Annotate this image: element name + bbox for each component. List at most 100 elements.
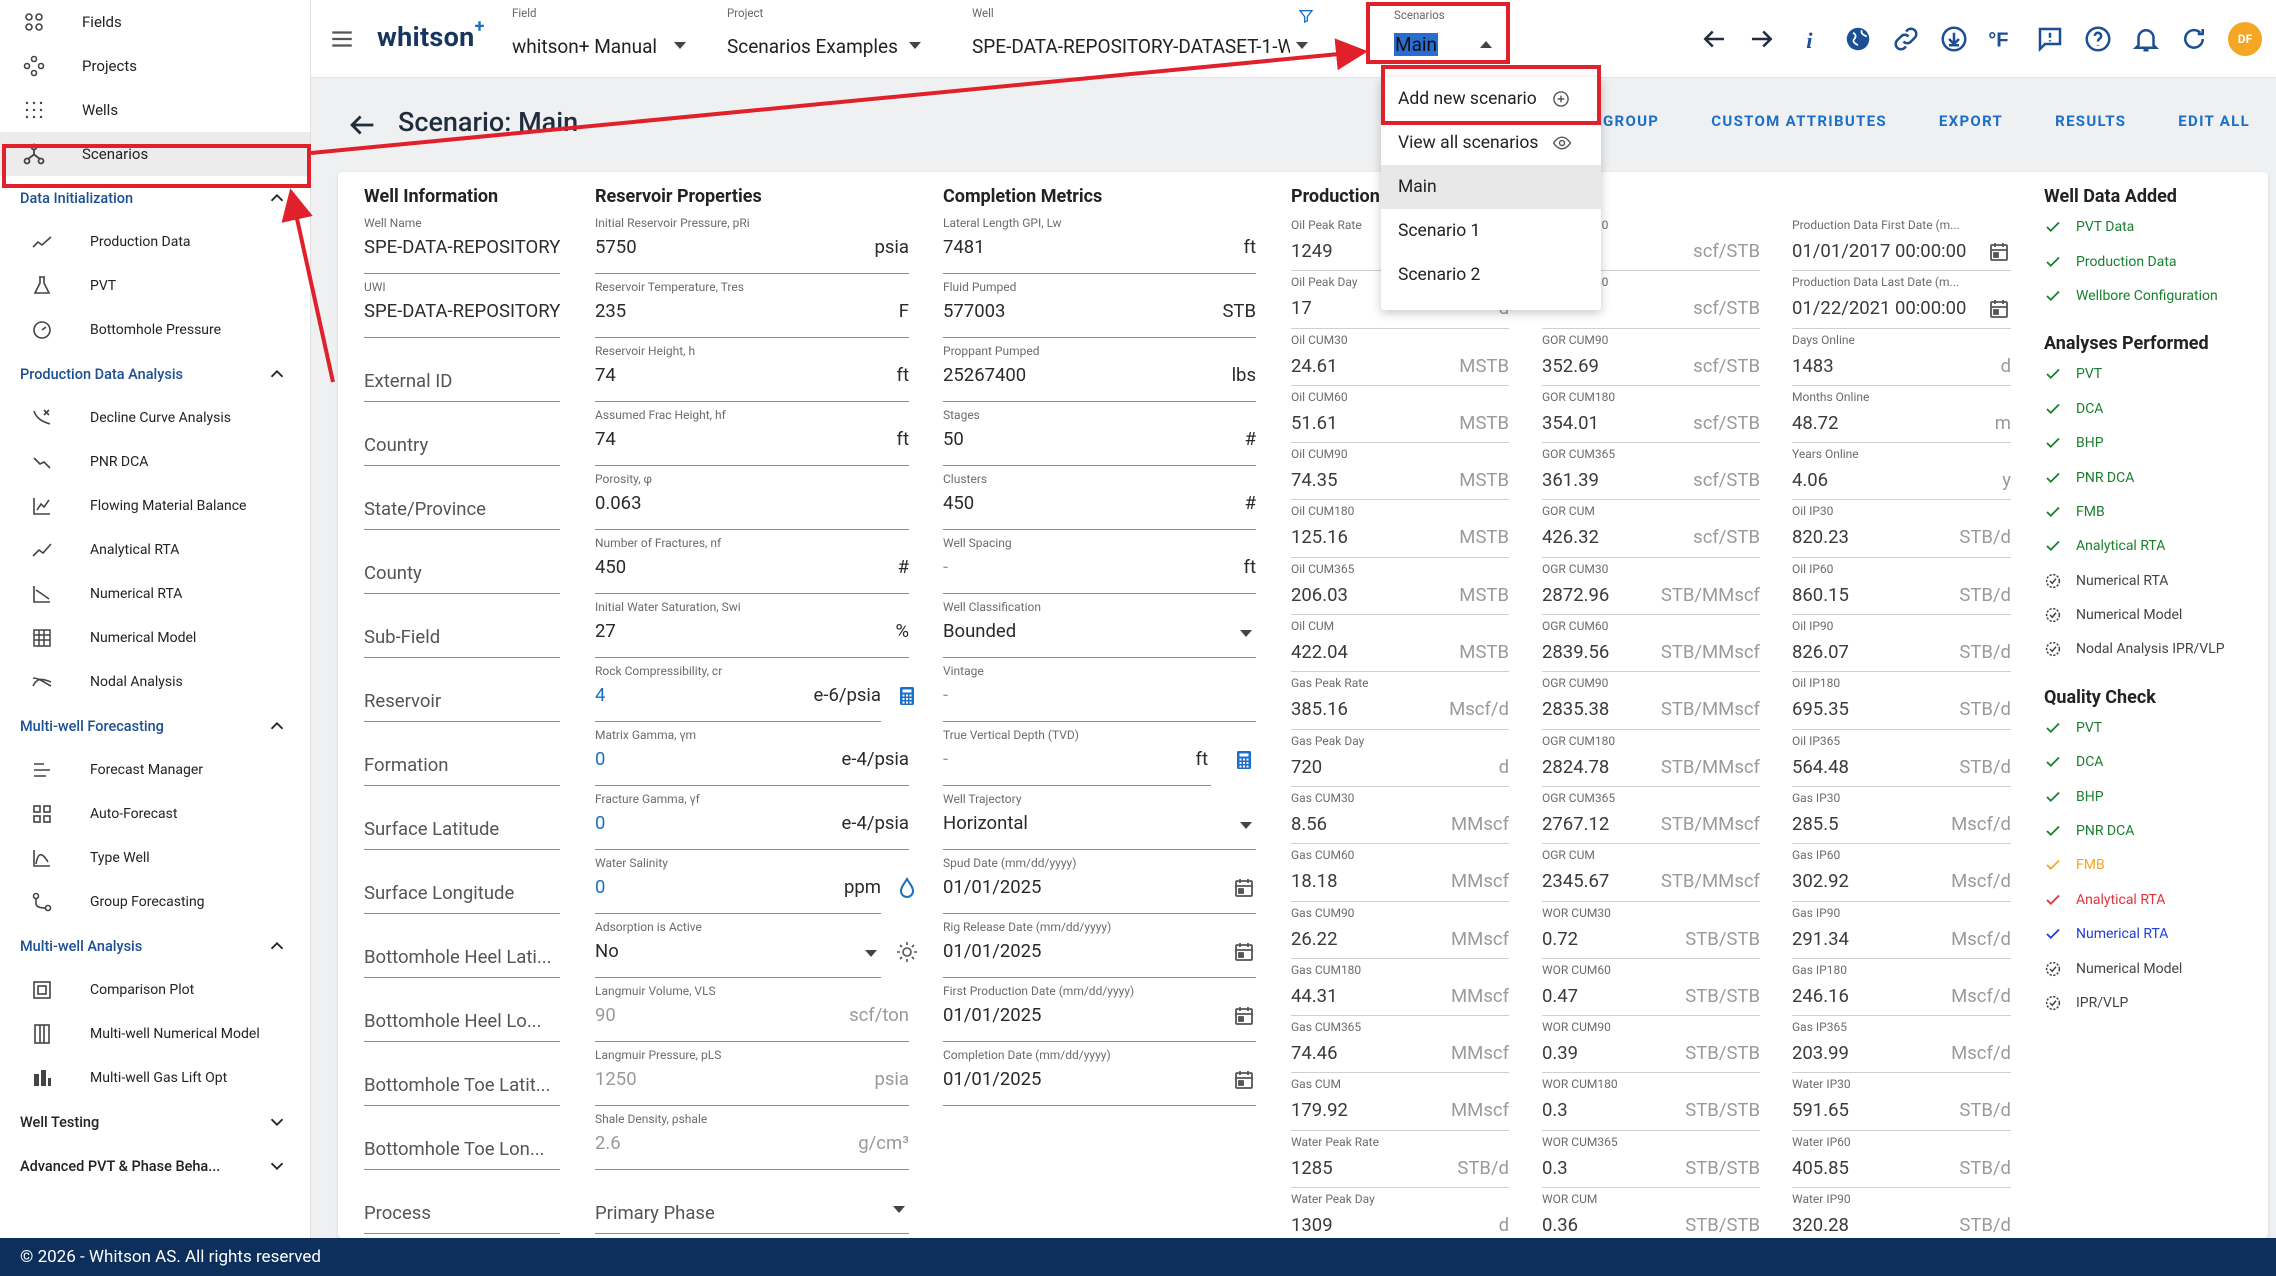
arrow-right-icon[interactable] bbox=[1747, 24, 1777, 54]
filter-icon[interactable] bbox=[1298, 8, 1314, 24]
calculator-icon[interactable] bbox=[895, 684, 919, 708]
sidebar-item-comparison-plot[interactable]: Comparison Plot bbox=[0, 968, 310, 1012]
sidebar-item-pvt[interactable]: PVT bbox=[0, 264, 310, 308]
completion-field[interactable]: Clusters 450 # bbox=[943, 466, 1256, 530]
well-info-field[interactable]: UWI SPE-DATA-REPOSITORY-I bbox=[364, 274, 560, 338]
completion-field[interactable]: Well Spacing - ft bbox=[943, 530, 1256, 594]
sidebar-item-group-forecasting[interactable]: Group Forecasting bbox=[0, 880, 310, 924]
globe-icon[interactable] bbox=[1843, 24, 1873, 54]
completion-field[interactable]: Completion Date (mm/dd/yyyy) 01/01/2025 bbox=[943, 1042, 1256, 1106]
well-info-field[interactable]: Surface Longitude bbox=[364, 850, 560, 914]
well-info-field[interactable]: Sub-Field bbox=[364, 594, 560, 658]
well-info-field[interactable]: Reservoir bbox=[364, 658, 560, 722]
sidebar-item-flowing-material-balance[interactable]: Flowing Material Balance bbox=[0, 484, 310, 528]
sidebar-item-numerical-model[interactable]: Numerical Model bbox=[0, 616, 310, 660]
sidebar-item-multi-well-numerical-model[interactable]: Multi-well Numerical Model bbox=[0, 1012, 310, 1056]
sidebar-item-decline-curve-analysis[interactable]: Decline Curve Analysis bbox=[0, 396, 310, 440]
sidebar-item-numerical-rta[interactable]: Numerical RTA bbox=[0, 572, 310, 616]
completion-field[interactable]: Spud Date (mm/dd/yyyy) 01/01/2025 bbox=[943, 850, 1256, 914]
completion-field[interactable]: Lateral Length GPI, Lw 7481 ft bbox=[943, 210, 1256, 274]
well-info-field[interactable]: Bottomhole Heel Lo... bbox=[364, 978, 560, 1042]
sidebar-item-nodal-analysis[interactable]: Nodal Analysis bbox=[0, 660, 310, 704]
scenario-option-main[interactable]: Main bbox=[1381, 165, 1601, 209]
reservoir-field[interactable]: Adsorption is Active No bbox=[595, 914, 917, 978]
scenario-option-1[interactable]: Scenario 1 bbox=[1381, 209, 1601, 253]
reservoir-field[interactable]: Rock Compressibility, cr 4 e-6/psia bbox=[595, 658, 914, 722]
well-info-field[interactable]: Process bbox=[364, 1170, 560, 1234]
sidebar-item-production-data[interactable]: Production Data bbox=[0, 220, 310, 264]
reservoir-field[interactable]: Fracture Gamma, γf 0 e-4/psia bbox=[595, 786, 909, 850]
calendar-icon[interactable] bbox=[1987, 240, 2011, 264]
well-select[interactable]: Well SPE-DATA-REPOSITORY-DATASET-1-WELL-… bbox=[972, 6, 1317, 58]
well-info-field[interactable]: Bottomhole Toe Lon... bbox=[364, 1106, 560, 1170]
well-info-field[interactable]: Surface Latitude bbox=[364, 786, 560, 850]
calendar-icon[interactable] bbox=[1987, 297, 2011, 321]
avatar[interactable]: DF bbox=[2228, 22, 2262, 56]
view-all-scenarios-item[interactable]: View all scenarios bbox=[1381, 121, 1601, 165]
project-select[interactable]: Project Scenarios Examples bbox=[727, 6, 927, 58]
well-info-field[interactable]: Bottomhole Toe Latit... bbox=[364, 1042, 560, 1106]
reservoir-field[interactable]: Porosity, φ 0.063 bbox=[595, 466, 909, 530]
download-icon[interactable] bbox=[1939, 24, 1969, 54]
logo[interactable]: whitson+ bbox=[377, 16, 485, 53]
reservoir-field[interactable]: Initial Reservoir Pressure, pRi 5750 psia bbox=[595, 210, 909, 274]
well-info-field[interactable]: Formation bbox=[364, 722, 560, 786]
reservoir-field[interactable]: Assumed Frac Height, hf 74 ft bbox=[595, 402, 909, 466]
sidebar-item-type-well[interactable]: Type Well bbox=[0, 836, 310, 880]
well-info-field[interactable]: External ID bbox=[364, 338, 560, 402]
sidebar-item-projects[interactable]: Projects bbox=[0, 44, 310, 88]
sidebar-item-wells[interactable]: Wells bbox=[0, 88, 310, 132]
completion-field[interactable]: First Production Date (mm/dd/yyyy) 01/01/… bbox=[943, 978, 1256, 1042]
reservoir-field[interactable]: Shale Density, ρshale 2.6 g/cm³ bbox=[595, 1106, 909, 1170]
completion-field[interactable]: Well Trajectory Horizontal bbox=[943, 786, 1256, 850]
reservoir-field[interactable]: Number of Fractures, nf 450 # bbox=[595, 530, 909, 594]
arrow-left-icon[interactable] bbox=[1699, 24, 1729, 54]
feedback-icon[interactable] bbox=[2035, 24, 2065, 54]
reservoir-field[interactable]: Reservoir Height, h 74 ft bbox=[595, 338, 909, 402]
sidebar-section-multi-well-analysis[interactable]: Multi-well Analysis bbox=[0, 924, 310, 968]
sidebar-section-advanced-pvt[interactable]: Advanced PVT & Phase Beha... bbox=[0, 1144, 310, 1188]
sidebar-section-multi-well-forecasting[interactable]: Multi-well Forecasting bbox=[0, 704, 310, 748]
well-info-field[interactable]: Bottomhole Heel Lati... bbox=[364, 914, 560, 978]
bell-icon[interactable] bbox=[2131, 24, 2161, 54]
sidebar-item-analytical-rta[interactable]: Analytical RTA bbox=[0, 528, 310, 572]
completion-field[interactable]: Rig Release Date (mm/dd/yyyy) 01/01/2025 bbox=[943, 914, 1256, 978]
scenario-option-2[interactable]: Scenario 2 bbox=[1381, 253, 1601, 297]
custom-attributes-button[interactable]: CUSTOM ATTRIBUTES bbox=[1711, 112, 1887, 130]
export-button[interactable]: EXPORT bbox=[1939, 112, 2003, 130]
adsorption-icon[interactable] bbox=[895, 940, 919, 964]
fahrenheit-icon[interactable]: °F bbox=[1987, 24, 2017, 54]
calculator-icon[interactable] bbox=[1232, 748, 1256, 772]
field-select[interactable]: Field whitson+ Manual bbox=[512, 6, 692, 58]
reservoir-field[interactable]: Primary Phase bbox=[595, 1170, 909, 1234]
sidebar-item-forecast-manager[interactable]: Forecast Manager bbox=[0, 748, 310, 792]
reservoir-field[interactable]: Langmuir Volume, VLS 90 scf/ton bbox=[595, 978, 909, 1042]
well-info-field[interactable]: State/Province bbox=[364, 466, 560, 530]
water-drop-icon[interactable] bbox=[895, 876, 919, 900]
calendar-icon[interactable] bbox=[1232, 876, 1256, 900]
sidebar-section-well-testing[interactable]: Well Testing bbox=[0, 1100, 310, 1144]
menu-icon[interactable] bbox=[329, 26, 355, 52]
sidebar-item-auto-forecast[interactable]: Auto-Forecast bbox=[0, 792, 310, 836]
info-icon[interactable]: i bbox=[1795, 24, 1825, 54]
help-icon[interactable] bbox=[2083, 24, 2113, 54]
group-button[interactable]: GROUP bbox=[1603, 112, 1659, 130]
reservoir-field[interactable]: Water Salinity 0 ppm bbox=[595, 850, 915, 914]
reservoir-field[interactable]: Initial Water Saturation, Swi 27% bbox=[595, 594, 909, 658]
well-info-field[interactable]: Well Name SPE-DATA-REPOSITORY-I bbox=[364, 210, 560, 274]
completion-field[interactable]: Vintage - bbox=[943, 658, 1256, 722]
well-info-field[interactable]: Country bbox=[364, 402, 560, 466]
reservoir-field[interactable]: Reservoir Temperature, Tres 235 F bbox=[595, 274, 909, 338]
edit-all-button[interactable]: EDIT ALL bbox=[2178, 112, 2250, 130]
sidebar-item-pnr-dca[interactable]: PNR DCA bbox=[0, 440, 310, 484]
sidebar-item-multi-well-gas-lift-opt[interactable]: Multi-well Gas Lift Opt bbox=[0, 1056, 310, 1100]
results-button[interactable]: RESULTS bbox=[2055, 112, 2126, 130]
completion-field[interactable]: True Vertical Depth (TVD) - ft bbox=[943, 722, 1256, 786]
refresh-icon[interactable] bbox=[2179, 24, 2209, 54]
link-icon[interactable] bbox=[1891, 24, 1921, 54]
back-arrow-icon[interactable] bbox=[345, 108, 379, 142]
sidebar-item-fields[interactable]: Fields bbox=[0, 0, 310, 44]
calendar-icon[interactable] bbox=[1232, 1004, 1256, 1028]
reservoir-field[interactable]: Matrix Gamma, γm 0 e-4/psia bbox=[595, 722, 909, 786]
completion-field[interactable]: Fluid Pumped 577003 STB bbox=[943, 274, 1256, 338]
